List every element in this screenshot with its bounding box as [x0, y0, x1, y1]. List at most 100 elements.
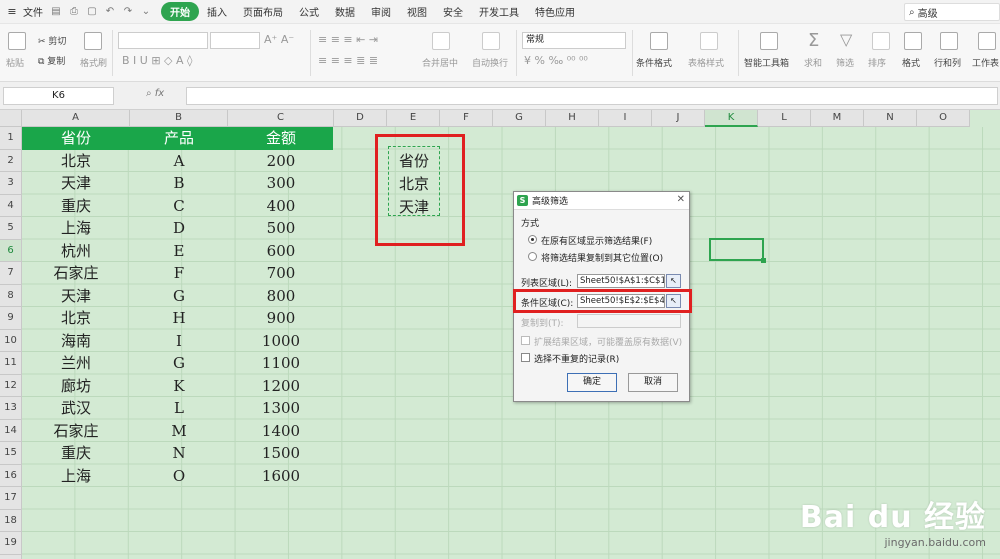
row-header-17[interactable]: 17 — [0, 487, 22, 510]
table-cell[interactable]: C — [130, 195, 228, 218]
table-cell[interactable]: 上海 — [22, 465, 130, 488]
table-cell[interactable]: 上海 — [22, 217, 130, 240]
column-header-H[interactable]: H — [546, 110, 599, 127]
table-cell[interactable]: 重庆 — [22, 195, 130, 218]
table-cell[interactable]: 1000 — [228, 330, 334, 353]
expand-checkbox[interactable] — [521, 336, 530, 345]
merge-center-icon[interactable] — [432, 32, 450, 50]
copy-button[interactable]: ⧉ 复制 — [38, 54, 65, 67]
table-header-cell[interactable]: 产品 — [130, 127, 228, 150]
cut-button[interactable]: ✂ 剪切 — [38, 34, 66, 47]
row-header-4[interactable]: 4 — [0, 194, 22, 217]
table-cell[interactable]: 700 — [228, 262, 334, 285]
table-cell[interactable]: I — [130, 330, 228, 353]
table-header-cell[interactable]: 省份 — [22, 127, 130, 150]
table-cell[interactable]: 北京 — [22, 150, 130, 173]
table-cell[interactable]: 天津 — [22, 285, 130, 308]
table-cell[interactable]: 800 — [228, 285, 334, 308]
table-cell[interactable]: 1400 — [228, 420, 334, 443]
row-col-icon[interactable] — [940, 32, 958, 50]
table-cell[interactable]: D — [130, 217, 228, 240]
table-cell[interactable]: 武汉 — [22, 397, 130, 420]
cancel-button[interactable]: 取消 — [628, 373, 678, 392]
column-header-B[interactable]: B — [130, 110, 228, 127]
table-cell[interactable]: L — [130, 397, 228, 420]
dropdown-icon[interactable]: ⌄ — [139, 6, 153, 17]
table-cell[interactable]: 北京 — [22, 307, 130, 330]
sum-icon[interactable]: Σ — [808, 30, 819, 51]
conditional-format-icon[interactable] — [650, 32, 668, 50]
tab-view[interactable]: 视图 — [399, 4, 435, 19]
column-header-I[interactable]: I — [599, 110, 652, 127]
list-range-input[interactable]: Sheet50!$A$1:$C$1 — [577, 274, 665, 288]
table-cell[interactable]: 600 — [228, 240, 334, 263]
sort-button[interactable]: 排序 — [868, 56, 886, 69]
table-cell[interactable]: 海南 — [22, 330, 130, 353]
print-icon[interactable]: ⎙ — [67, 6, 81, 17]
ok-button[interactable]: 确定 — [567, 373, 617, 392]
row-header-16[interactable]: 16 — [0, 464, 22, 487]
table-cell[interactable]: A — [130, 150, 228, 173]
row-header-1[interactable]: 1 — [0, 127, 22, 150]
font-size-select[interactable] — [210, 32, 260, 49]
number-format-select[interactable]: 常规 — [522, 32, 626, 49]
row-header-3[interactable]: 3 — [0, 172, 22, 195]
font-name-select[interactable] — [118, 32, 208, 49]
radio-in-place[interactable] — [528, 235, 537, 244]
row-header-13[interactable]: 13 — [0, 397, 22, 420]
align-icons-top[interactable]: ≡ ≡ ≡ ⇤ ⇥ — [318, 33, 378, 46]
row-header-11[interactable]: 11 — [0, 352, 22, 375]
name-box[interactable]: K6 — [3, 87, 114, 105]
table-cell[interactable]: 1200 — [228, 375, 334, 398]
column-header-A[interactable]: A — [22, 110, 130, 127]
range-picker-icon[interactable]: ↖ — [666, 274, 681, 288]
format-button[interactable]: 格式 — [902, 56, 920, 69]
row-header-15[interactable]: 15 — [0, 442, 22, 465]
tab-insert[interactable]: 插入 — [199, 4, 235, 19]
row-header-10[interactable]: 10 — [0, 329, 22, 352]
tab-page-layout[interactable]: 页面布局 — [235, 4, 291, 19]
table-cell[interactable]: 廊坊 — [22, 375, 130, 398]
table-cell[interactable]: 天津 — [22, 172, 130, 195]
save-icon[interactable]: ▤ — [49, 6, 63, 17]
table-header-cell[interactable]: 金额 — [228, 127, 334, 150]
radio-in-place-label[interactable]: 在原有区域显示筛选结果(F) — [541, 234, 652, 247]
column-header-D[interactable]: D — [334, 110, 387, 127]
column-header-O[interactable]: O — [917, 110, 970, 127]
row-header-14[interactable]: 14 — [0, 419, 22, 442]
row-header-8[interactable]: 8 — [0, 284, 22, 307]
copy-to-input[interactable] — [577, 314, 681, 328]
table-style-icon[interactable] — [700, 32, 718, 50]
column-header-L[interactable]: L — [758, 110, 811, 127]
table-cell[interactable]: 石家庄 — [22, 262, 130, 285]
table-cell[interactable]: 500 — [228, 217, 334, 240]
close-icon[interactable]: ✕ — [677, 194, 685, 205]
row-header-9[interactable]: 9 — [0, 307, 22, 330]
number-format-icons[interactable]: ¥ % ‰ ⁰⁰ ⁰⁰ — [524, 54, 588, 67]
column-header-C[interactable]: C — [228, 110, 334, 127]
worksheet-button[interactable]: 工作表 — [972, 56, 999, 69]
table-cell[interactable]: 1100 — [228, 352, 334, 375]
preview-icon[interactable]: ▢ — [85, 6, 99, 17]
tab-features[interactable]: 特色应用 — [527, 4, 583, 19]
column-header-E[interactable]: E — [387, 110, 440, 127]
formula-input[interactable] — [186, 87, 998, 105]
table-cell[interactable]: 400 — [228, 195, 334, 218]
table-cell[interactable]: 200 — [228, 150, 334, 173]
filter-button[interactable]: 筛选 — [836, 56, 854, 69]
row-col-button[interactable]: 行和列 — [934, 56, 961, 69]
redo-icon[interactable]: ↷ — [121, 6, 135, 17]
table-cell[interactable]: 1300 — [228, 397, 334, 420]
wrap-text-icon[interactable] — [482, 32, 500, 50]
format-painter-button[interactable]: 格式刷 — [80, 56, 107, 69]
undo-icon[interactable]: ↶ — [103, 6, 117, 17]
unique-records-checkbox[interactable] — [521, 353, 530, 362]
table-cell[interactable]: F — [130, 262, 228, 285]
table-cell[interactable]: 重庆 — [22, 442, 130, 465]
select-all-corner[interactable] — [0, 110, 22, 127]
table-cell[interactable]: 石家庄 — [22, 420, 130, 443]
table-cell[interactable]: H — [130, 307, 228, 330]
conditional-format-button[interactable]: 条件格式 — [636, 56, 672, 69]
row-header-12[interactable]: 12 — [0, 374, 22, 397]
font-grow-icon[interactable]: A⁺ A⁻ — [264, 33, 294, 46]
